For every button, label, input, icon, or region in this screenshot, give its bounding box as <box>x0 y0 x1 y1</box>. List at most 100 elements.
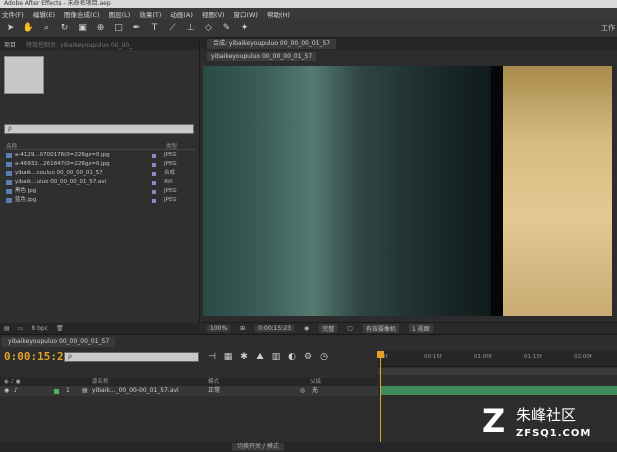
zoom-tool-icon[interactable]: ⌕ <box>40 22 53 35</box>
puppet-tool-icon[interactable]: ✦ <box>238 22 251 35</box>
tab-composition[interactable]: 合成: yibaikeyoupuluo 00_00_00_01_57 <box>207 39 337 49</box>
view-layout-dropdown[interactable]: 1 视图 <box>408 324 433 333</box>
camera-tool-icon[interactable]: ▣ <box>76 22 89 35</box>
frame-blending-icon[interactable]: ▥ <box>269 351 283 363</box>
current-time-display[interactable]: 0:00:15:23 <box>255 325 294 332</box>
menu-composition[interactable]: 图像合成(C) <box>64 9 100 19</box>
column-mode[interactable]: 模式 <box>208 378 219 386</box>
graph-editor-icon[interactable]: ◷ <box>317 351 331 363</box>
pan-behind-tool-icon[interactable]: ⊕ <box>94 22 107 35</box>
column-type[interactable]: 类型 <box>166 142 177 150</box>
motion-blur-icon[interactable]: ◐ <box>285 351 299 363</box>
bit-depth-button[interactable]: 8 bpc <box>31 325 48 332</box>
label-color-swatch[interactable] <box>152 181 156 185</box>
image-file-icon <box>6 153 12 158</box>
active-camera-dropdown[interactable]: 有效摄像机 <box>362 324 399 333</box>
pen-tool-icon[interactable]: ✒ <box>130 22 143 35</box>
menu-animation[interactable]: 动画(A) <box>170 9 193 19</box>
draft-3d-icon[interactable]: ✱ <box>237 351 251 363</box>
parent-pick-whip-icon[interactable]: ◎ <box>300 386 305 396</box>
tab-timeline[interactable]: yibaikeyoupuluo 00_00_00_01_57 <box>2 337 116 347</box>
composition-frame[interactable] <box>203 66 612 316</box>
eraser-tool-icon[interactable]: ◇ <box>202 22 215 35</box>
label-color-swatch[interactable] <box>152 172 156 176</box>
av-switch-icons: ◉ ♪ ● <box>4 379 21 385</box>
timeline-layer-row[interactable]: ◉ ♪ 1 ▤ yibaik..._00_00-00_01_57.avi 正常 … <box>0 386 378 396</box>
layer-label-swatch[interactable] <box>54 389 59 394</box>
label-color-swatch[interactable] <box>152 190 156 194</box>
safe-zones-icon[interactable]: ⊞ <box>240 325 245 332</box>
rotate-tool-icon[interactable]: ↻ <box>58 22 71 35</box>
time-ruler[interactable]: 0f 00:15f 01:00f 01:15f 02:00f <box>378 351 617 367</box>
ruler-mark: 00:15f <box>424 354 442 360</box>
list-item[interactable]: yibaik...couluo 00_00_00_01_57 合成 <box>4 169 196 178</box>
timeline-search-input[interactable]: ρ <box>64 352 199 362</box>
rectangle-tool-icon[interactable]: □ <box>112 22 125 35</box>
ruler-mark: 01:00f <box>474 354 492 360</box>
roto-brush-tool-icon[interactable]: ✎ <box>220 22 233 35</box>
timeline-current-time[interactable]: 0:00:15:23 <box>4 350 70 363</box>
project-footer: ▤ ▭ 8 bpc 🗑 <box>0 323 200 334</box>
viewer-tabs: 合成: yibaikeyoupuluo 00_00_00_01_57 <box>201 38 617 50</box>
workspace-label[interactable]: 工作 <box>601 23 615 33</box>
label-color-swatch[interactable] <box>152 199 156 203</box>
list-item[interactable]: 黑色 jpg JPEG <box>4 187 196 196</box>
hand-tool-icon[interactable]: ✋ <box>22 22 35 35</box>
list-item[interactable]: 蓝色 jpg JPEG <box>4 196 196 205</box>
watermark-title: 朱峰社区 <box>516 406 577 424</box>
menu-file[interactable]: 文件(F) <box>2 9 24 19</box>
list-item[interactable]: yibaik...uluo 00_00_00_01_57.avi AVI <box>4 178 196 187</box>
window-title: Adobe After Effects - 未命名项目.aep <box>4 0 111 7</box>
resolution-dropdown[interactable]: 完整 <box>319 324 338 333</box>
list-item[interactable]: a-46932...261847(0=226gz=0.jpg JPEG <box>4 160 196 169</box>
image-file-icon <box>6 198 12 203</box>
menu-bar: 文件(F) 编辑(E) 图像合成(C) 图层(L) 效果(T) 动画(A) 视图… <box>0 8 617 19</box>
composition-mini-flowchart-icon[interactable]: ⊣ <box>205 351 219 363</box>
composition-viewer: 合成: yibaikeyoupuluo 00_00_00_01_57 yibai… <box>201 38 617 334</box>
playhead-line[interactable] <box>380 351 381 452</box>
brainstorm-icon[interactable]: ⚙ <box>301 351 315 363</box>
selection-tool-icon[interactable]: ➤ <box>4 22 17 35</box>
text-tool-icon[interactable]: T <box>148 22 161 35</box>
interpret-footage-icon[interactable]: ▤ <box>4 325 10 332</box>
menu-effect[interactable]: 效果(T) <box>139 9 161 19</box>
layer-index: 1 <box>66 387 70 394</box>
zoom-dropdown[interactable]: 100% <box>207 325 231 332</box>
column-name[interactable]: 名称 <box>6 142 17 150</box>
menu-window[interactable]: 窗口(W) <box>233 9 258 19</box>
image-file-icon <box>6 189 12 194</box>
column-parent[interactable]: 父级 <box>310 378 321 386</box>
list-item[interactable]: a-4129...0700176(0=226gz=0.jpg JPEG <box>4 151 196 160</box>
trash-icon[interactable]: 🗑 <box>56 325 64 332</box>
visibility-eye-icon[interactable]: ◉ <box>4 386 9 396</box>
tab-effect-controls[interactable]: 特效控制台: yibaikeyoupuluo 00_00_ <box>26 40 132 49</box>
viewer-comp-subtab[interactable]: yibaikeyoupuluo 00_00_00_01_57 <box>207 52 317 61</box>
watermark-url: ZFSQ1.COM <box>516 428 592 439</box>
region-of-interest-icon[interactable]: ▢ <box>347 325 353 332</box>
menu-help[interactable]: 帮助(H) <box>267 9 290 19</box>
clone-stamp-tool-icon[interactable]: ⊥ <box>184 22 197 35</box>
label-color-swatch[interactable] <box>152 163 156 167</box>
project-thumbnail <box>4 56 44 94</box>
tab-project[interactable]: 项目 <box>4 40 16 49</box>
layer-duration-bar[interactable] <box>380 386 617 395</box>
layer-mode-dropdown[interactable]: 正常 <box>208 386 220 396</box>
menu-layer[interactable]: 图层(L) <box>109 9 131 19</box>
layer-source-name[interactable]: yibaik..._00_00-00_01_57.avi <box>92 386 179 396</box>
audio-speaker-icon[interactable]: ♪ <box>14 386 18 396</box>
menu-view[interactable]: 视图(V) <box>202 9 225 19</box>
snapshot-icon[interactable]: ◉ <box>304 325 309 332</box>
work-area-bar[interactable] <box>378 368 617 375</box>
image-file-icon <box>6 162 12 167</box>
project-search-input[interactable]: ρ <box>4 124 194 134</box>
brush-tool-icon[interactable]: ⟋ <box>166 22 179 35</box>
layer-parent-dropdown[interactable]: 无 <box>312 386 318 396</box>
menu-edit[interactable]: 编辑(E) <box>33 9 55 19</box>
hide-shy-layers-icon[interactable]: ⛰ <box>253 351 267 363</box>
new-folder-icon[interactable]: ▭ <box>18 325 24 332</box>
toggle-switches-modes-button[interactable]: 切换开关 / 模式 <box>232 443 284 451</box>
live-update-icon[interactable]: ▦ <box>221 351 235 363</box>
window-title-bar: Adobe After Effects - 未命名项目.aep <box>0 0 617 8</box>
label-color-swatch[interactable] <box>152 154 156 158</box>
column-source-name[interactable]: 源名称 <box>92 378 109 386</box>
